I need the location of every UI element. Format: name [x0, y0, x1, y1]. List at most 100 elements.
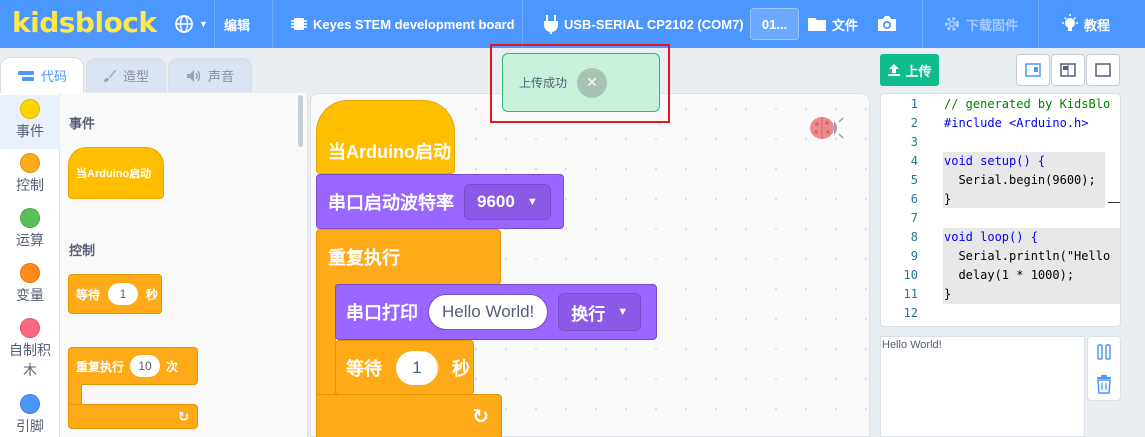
port-selector[interactable]: 01... — [750, 8, 799, 40]
code-text: void loop() { — [944, 229, 1038, 244]
upload-label: 上传 — [905, 63, 932, 79]
when-start-label: 当Arduino启动 — [328, 142, 451, 162]
file-menu[interactable]: 文件 — [807, 0, 858, 48]
category-operators-dot — [20, 208, 40, 228]
file-menu-label: 文件 — [832, 17, 859, 33]
code-text: #include <Arduino.h> — [944, 115, 1089, 130]
loop-arrow-icon: ↻ — [472, 405, 489, 428]
category-events[interactable]: 事件 — [0, 95, 60, 149]
layout-code-button[interactable] — [1016, 54, 1050, 86]
newline-dropdown[interactable]: 换行 ▼ — [558, 293, 642, 331]
category-operators[interactable]: 运算 — [0, 208, 60, 258]
code-text: Serial.println("Hello — [944, 248, 1111, 263]
palette-scrollbar[interactable] — [298, 95, 303, 147]
line-number: 3 — [910, 134, 918, 149]
folder-icon — [808, 18, 826, 31]
palette-heading-control: 控制 — [69, 243, 96, 258]
category-my-blocks[interactable]: 自制积木 — [0, 318, 60, 380]
port-menu[interactable]: USB-SERIAL CP2102 (COM7) — [543, 0, 744, 48]
pause-icon[interactable] — [1095, 343, 1113, 366]
block-palette: 事件 当Arduino启动 控制 等待 1 秒 重复执行 10 次 ↻ — [60, 93, 308, 437]
category-control-dot — [20, 153, 40, 173]
line-number: 10 — [903, 267, 918, 282]
palette-repeat-unit: 次 — [166, 359, 179, 374]
category-pins-dot — [20, 394, 40, 414]
forever-arm — [316, 284, 336, 395]
category-control[interactable]: 控制 — [0, 153, 60, 203]
category-events-label: 事件 — [16, 123, 44, 139]
tutorial-button[interactable]: 教程 — [1061, 0, 1110, 48]
camera-icon — [878, 16, 896, 31]
newline-value: 换行 — [571, 304, 606, 324]
line-number: 2 — [910, 115, 918, 130]
category-control-label: 控制 — [16, 177, 44, 193]
line-number: 5 — [910, 172, 918, 187]
edit-menu[interactable]: 编辑 — [224, 0, 250, 48]
menu-divider — [214, 0, 215, 48]
palette-repeat-footer: ↻ — [68, 404, 198, 429]
print-text-input[interactable]: Hello World! — [428, 294, 549, 330]
edit-menu-label: 编辑 — [224, 17, 251, 33]
firmware-button[interactable]: 下载固件 — [943, 0, 1018, 48]
tab-sounds[interactable]: 声音 — [168, 58, 252, 92]
code-editor[interactable]: 1 // generated by KidsBlo 2 #include <Ardu… — [880, 93, 1121, 327]
category-pins[interactable]: 引脚 — [0, 394, 60, 437]
chevron-down-icon: ▼ — [526, 195, 538, 208]
lightbulb-icon — [1062, 14, 1078, 31]
board-menu[interactable]: Keyes STEM development board — [290, 0, 515, 48]
upload-button[interactable]: 上传 — [880, 54, 939, 86]
code-text: } — [944, 286, 952, 301]
layout-full-button[interactable] — [1086, 54, 1120, 86]
category-my-blocks-dot — [20, 318, 40, 338]
line-number: 4 — [910, 153, 918, 168]
palette-repeat-block[interactable]: 重复执行 10 次 — [68, 347, 198, 385]
line-number: 1 — [910, 96, 918, 111]
palette-repeat-input[interactable]: 10 — [130, 355, 161, 377]
firmware-label: 下载固件 — [966, 17, 1019, 33]
code-line: 12 — [881, 303, 1120, 322]
line-number: 7 — [910, 210, 918, 225]
chevron-down-icon: ▼ — [617, 306, 629, 318]
forever-footer: ↻ — [316, 394, 502, 437]
palette-wait-label: 等待 — [76, 287, 101, 302]
palette-repeat-arm — [68, 384, 82, 406]
baud-dropdown[interactable]: 9600 ▼ — [464, 183, 551, 220]
close-icon[interactable]: ✕ — [577, 67, 608, 98]
code-line: 2 #include <Arduino.h> — [881, 113, 1120, 132]
script-workspace[interactable]: 当Arduino启动 串口启动波特率 9600 ▼ 重复执行 串口打印 Hell… — [310, 93, 870, 437]
language-menu[interactable]: ▼ — [174, 0, 208, 48]
code-text: void setup() { — [944, 153, 1046, 168]
globe-icon — [175, 15, 193, 33]
tab-code[interactable]: 代码 — [0, 57, 84, 93]
code-line: 6} — [881, 189, 1120, 208]
code-line: 3 — [881, 132, 1120, 151]
serial-begin-block[interactable]: 串口启动波特率 9600 ▼ — [316, 174, 564, 229]
serial-controls — [1087, 336, 1121, 401]
menu-bar: kidsblock ▼ 编辑 Keyes STEM development bo… — [0, 0, 1145, 48]
serial-print-block[interactable]: 串口打印 Hello World! 换行 ▼ — [335, 284, 657, 340]
upload-success-toast: 上传成功 ✕ — [502, 53, 660, 112]
tab-costumes[interactable]: 造型 — [86, 58, 166, 92]
forever-block[interactable]: 重复执行 — [316, 229, 501, 285]
layout-split-button[interactable] — [1051, 54, 1085, 86]
line-number: 11 — [903, 286, 918, 301]
when-start-block[interactable]: 当Arduino启动 — [316, 100, 455, 174]
serial-monitor[interactable]: Hello World! — [880, 336, 1085, 437]
category-variables-label: 变量 — [16, 287, 44, 303]
screenshot-button[interactable] — [876, 0, 898, 48]
palette-wait-block[interactable]: 等待 1 秒 — [68, 274, 162, 314]
palette-wait-input[interactable]: 1 — [108, 283, 139, 305]
palette-when-start-block[interactable]: 当Arduino启动 — [68, 147, 164, 199]
category-variables[interactable]: 变量 — [0, 263, 60, 313]
plug-icon — [544, 15, 558, 34]
wait-input[interactable]: 1 — [396, 350, 438, 385]
code-line: 11} — [881, 284, 1120, 303]
palette-when-start-label: 当Arduino启动 — [76, 168, 152, 180]
code-text: delay(1 * 1000); — [944, 267, 1075, 282]
tab-sounds-label: 声音 — [207, 69, 234, 84]
tab-code-label: 代码 — [40, 69, 67, 84]
toast-message: 上传成功 — [519, 76, 568, 90]
trash-icon[interactable] — [1095, 374, 1113, 399]
line-number: 6 — [910, 191, 918, 206]
wait-block[interactable]: 等待 1 秒 — [335, 340, 474, 395]
